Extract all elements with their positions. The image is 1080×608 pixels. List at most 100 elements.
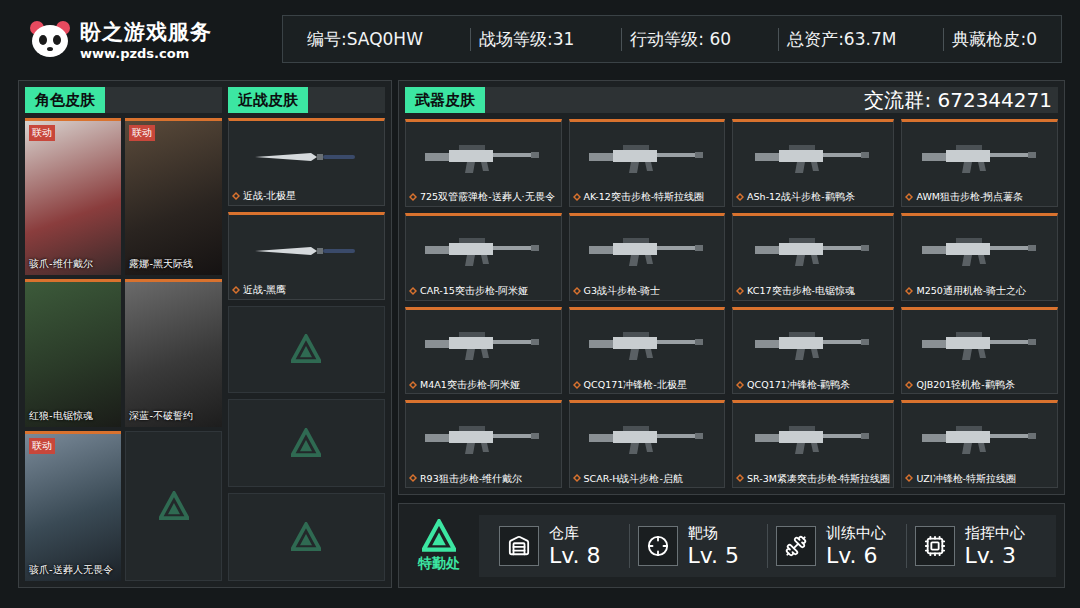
weapon-image-icon	[753, 328, 873, 362]
weapon-art	[573, 312, 722, 379]
weapon-image-icon	[423, 234, 543, 268]
stat: 典藏枪皮:0	[943, 28, 1045, 51]
facility-level: Lv. 3	[965, 543, 1025, 568]
character-card[interactable]: 红狼-电锯惊魂	[25, 279, 121, 428]
facility-name: 仓库	[549, 524, 601, 543]
weapon-card[interactable]: 725双管霰弹枪-送葬人·无畏令	[405, 119, 562, 207]
facility-title: 特勤处	[418, 555, 460, 573]
weapon-image-icon	[423, 328, 543, 362]
facility-icon	[915, 526, 955, 566]
page: 盼之游戏服务www.pzds.com编号:SAQ0HW战场等级:31行动等级: …	[0, 0, 1080, 608]
diamond-icon	[736, 193, 744, 201]
facility-icon	[776, 526, 816, 566]
empty-slot	[228, 493, 385, 581]
weapon-art	[905, 218, 1054, 285]
weapon-image-icon	[423, 141, 543, 175]
weapon-name: SR-3M紧凑突击步枪-特斯拉线圈	[736, 473, 890, 484]
character-card[interactable]: 深蓝-不破誓约	[125, 279, 221, 428]
facility-name: 指挥中心	[965, 524, 1025, 543]
collab-badge: 联动	[29, 125, 55, 141]
weapon-card[interactable]: QCQ171冲锋枪-鹳鸭杀	[732, 307, 894, 395]
weapon-image-icon	[587, 234, 707, 268]
empty-slot	[228, 399, 385, 487]
weapon-image-icon	[587, 328, 707, 362]
header-fill	[308, 87, 385, 113]
melee-card[interactable]: 近战-黑鹰	[228, 212, 385, 300]
character-column: 角色皮肤联动骇爪-维什戴尔联动露娜-黑天际线红狼-电锯惊魂深蓝-不破誓约联动骇爪…	[25, 87, 222, 581]
melee-card[interactable]: 近战-北极星	[228, 118, 385, 206]
right-column: 武器皮肤交流群: 672344271 725双管霰弹枪-送葬人·无畏令 AK-12突…	[398, 80, 1065, 594]
diamond-icon	[409, 474, 417, 482]
facility-item: 靶场Lv. 5	[629, 524, 768, 568]
diamond-icon	[573, 287, 581, 295]
facility-glyph-icon	[647, 535, 669, 557]
character-card[interactable]: 联动骇爪-维什戴尔	[25, 118, 121, 275]
stat: 行动等级: 60	[621, 28, 739, 51]
brand-url: www.pzds.com	[80, 46, 212, 61]
diamond-icon	[232, 286, 240, 294]
character-name: 深蓝-不破誓约	[129, 409, 193, 423]
weapon-card[interactable]: ASh-12战斗步枪-鹳鸭杀	[732, 119, 894, 207]
diamond-icon	[409, 287, 417, 295]
diamond-icon	[736, 381, 744, 389]
weapon-art	[905, 312, 1054, 379]
facility-item: 指挥中心Lv. 3	[906, 524, 1045, 568]
empty-slot	[228, 306, 385, 394]
diamond-icon	[232, 192, 240, 200]
weapon-card[interactable]: SCAR-H战斗步枪-启航	[569, 400, 726, 488]
weapon-card[interactable]: CAR-15突击步枪-阿米娅	[405, 213, 562, 301]
diamond-icon	[573, 381, 581, 389]
info-bar: 编号:SAQ0HW战场等级:31行动等级: 60总资产:63.7M典藏枪皮:0	[282, 15, 1062, 63]
weapon-card[interactable]: KC17突击步枪-电锯惊魂	[732, 213, 894, 301]
weapon-name: UZI冲锋枪-特斯拉线圈	[905, 473, 1054, 484]
weapon-card[interactable]: SR-3M紧凑突击步枪-特斯拉线圈	[732, 400, 894, 488]
facility-item: 仓库Lv. 8	[491, 524, 629, 568]
weapon-art	[736, 218, 890, 285]
weapon-art	[573, 405, 722, 472]
weapon-image-icon	[753, 422, 873, 456]
section-title: 角色皮肤	[25, 87, 105, 113]
facility-text: 训练中心Lv. 6	[826, 524, 886, 568]
weapon-art	[409, 218, 558, 285]
facility-text: 靶场Lv. 5	[688, 524, 740, 568]
weapon-name: CAR-15突击步枪-阿米娅	[409, 285, 558, 296]
section-title: 武器皮肤	[405, 87, 485, 113]
top-row: 盼之游戏服务www.pzds.com编号:SAQ0HW战场等级:31行动等级: …	[0, 0, 1080, 78]
weapon-name: SCAR-H战斗步枪-启航	[573, 473, 722, 484]
weapon-card[interactable]: M4A1突击步枪-阿米娅	[405, 307, 562, 395]
facility-icon	[638, 526, 678, 566]
facility-logo: 特勤处	[407, 519, 471, 573]
weapon-card[interactable]: M250通用机枪-骑士之心	[901, 213, 1058, 301]
weapon-card[interactable]: AK-12突击步枪-特斯拉线圈	[569, 119, 726, 207]
weapon-art	[409, 405, 558, 472]
character-card[interactable]: 联动露娜-黑天际线	[125, 118, 221, 275]
weapon-image-icon	[587, 141, 707, 175]
weapon-art	[905, 405, 1054, 472]
melee-name: 近战-北极星	[232, 190, 381, 201]
weapon-name: AK-12突击步枪-特斯拉线圈	[573, 191, 722, 202]
weapon-card[interactable]: G3战斗步枪-骑士	[569, 213, 726, 301]
character-name: 露娜-黑天际线	[129, 257, 193, 271]
melee-art	[232, 217, 381, 284]
weapon-art	[736, 405, 890, 472]
diamond-icon	[736, 287, 744, 295]
weapon-name: QCQ171冲锋枪-鹳鸭杀	[736, 379, 890, 390]
facility-level: Lv. 6	[826, 543, 886, 568]
weapon-art	[409, 312, 558, 379]
section-title: 近战皮肤	[228, 87, 308, 113]
weapon-card[interactable]: QCQ171冲锋枪-北极星	[569, 307, 726, 395]
weapon-card[interactable]: QJB201轻机枪-鹳鸭杀	[901, 307, 1058, 395]
facility-name: 靶场	[688, 524, 740, 543]
weapon-card[interactable]: UZI冲锋枪-特斯拉线圈	[901, 400, 1058, 488]
character-card[interactable]: 联动骇爪-送葬人无畏令	[25, 431, 121, 581]
weapon-image-icon	[920, 234, 1040, 268]
weapon-card[interactable]: R93狙击步枪-维什戴尔	[405, 400, 562, 488]
facility-glyph-icon	[508, 535, 530, 557]
delta-logo-icon	[422, 519, 456, 553]
section-header: 武器皮肤交流群: 672344271	[405, 87, 1058, 113]
weapon-card[interactable]: AWM狙击步枪-拐点薯条	[901, 119, 1058, 207]
section-header: 近战皮肤	[228, 87, 385, 113]
weapon-name: KC17突击步枪-电锯惊魂	[736, 285, 890, 296]
delta-logo-icon	[291, 334, 321, 364]
diamond-icon	[905, 474, 913, 482]
